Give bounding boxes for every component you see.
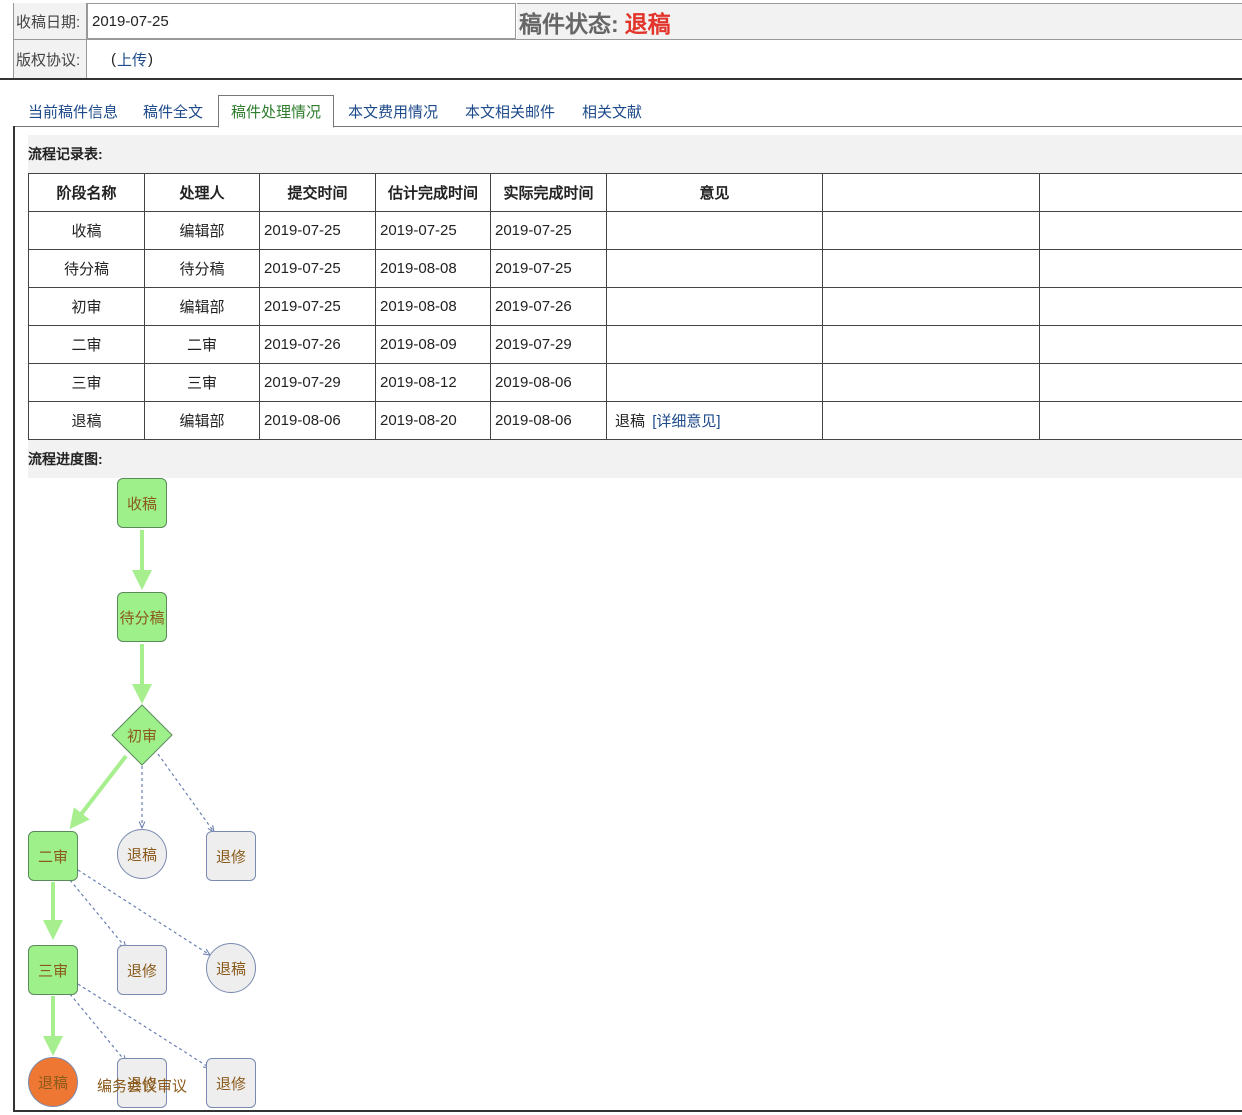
node-editorial-meeting: 编务会议审议 (96, 1077, 187, 1095)
node-first-revise: 退修 (206, 831, 256, 881)
dash-second-revise (69, 879, 126, 948)
node-first-reject: 退稿 (117, 829, 167, 879)
node-first-review: 初审 (126, 727, 157, 745)
node-second-review: 二审 (28, 831, 78, 881)
dash-third-revise (77, 983, 210, 1068)
node-receive: 收稿 (117, 478, 167, 528)
flow-chart-arrows (43, 530, 1242, 1115)
node-second-revise: 退修 (117, 945, 167, 995)
node-final-reject: 退稿 (28, 1057, 78, 1107)
arrow-first-second (69, 754, 128, 830)
dash-first-revise (157, 753, 214, 832)
node-third-review: 三审 (28, 945, 78, 995)
node-pending: 待分稿 (117, 592, 167, 642)
dash-second-reject (77, 869, 210, 955)
node-second-reject: 退稿 (206, 943, 256, 993)
node-third-revise-2: 退修 (206, 1058, 256, 1108)
dash-third-meeting (69, 993, 126, 1062)
